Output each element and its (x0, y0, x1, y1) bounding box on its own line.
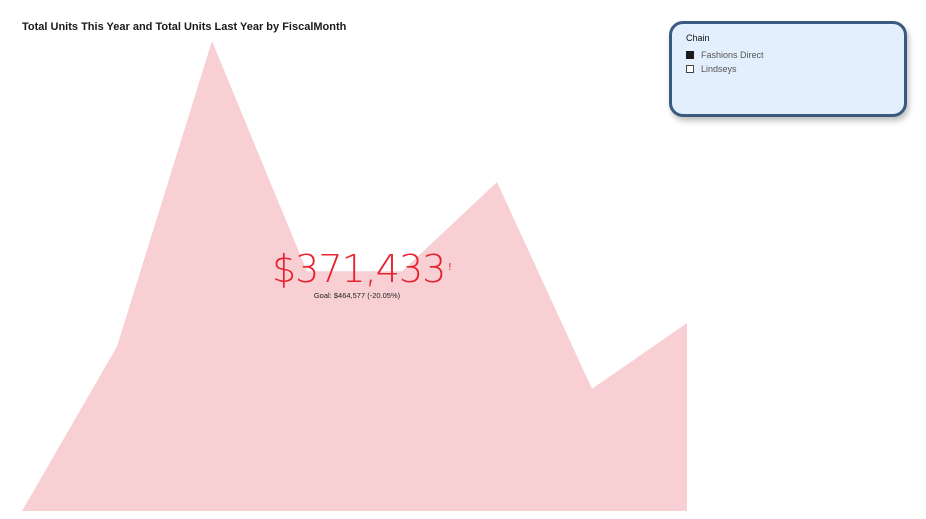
report-canvas: Total Units This Year and Total Units La… (0, 0, 926, 519)
slicer-item-label: Lindseys (701, 64, 737, 74)
slicer-item-lindseys[interactable]: Lindseys (686, 64, 737, 74)
slicer-header: Chain (686, 33, 710, 43)
slicer-item-fashions-direct[interactable]: Fashions Direct (686, 50, 764, 60)
kpi-value: $371,433 (272, 247, 446, 291)
checkbox-icon[interactable] (686, 65, 694, 73)
kpi-card: $371,433 ! Goal: $464,577 (-20.05%) (272, 247, 451, 300)
chain-slicer: Chain Fashions Direct Lindseys (669, 21, 907, 117)
kpi-status-indicator: ! (448, 262, 452, 273)
checkbox-icon[interactable] (686, 51, 694, 59)
kpi-value-row: $371,433 ! (272, 247, 451, 291)
kpi-goal: Goal: $464,577 (-20.05%) (313, 291, 401, 300)
slicer-item-label: Fashions Direct (701, 50, 764, 60)
chart-title: Total Units This Year and Total Units La… (22, 21, 347, 33)
